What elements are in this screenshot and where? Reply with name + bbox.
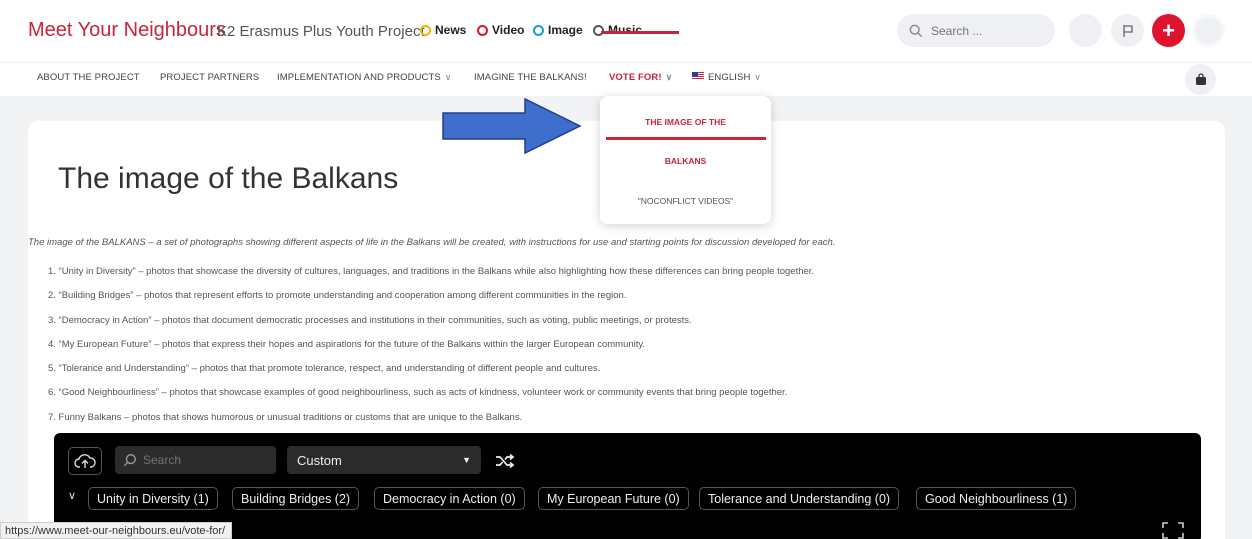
shuffle-button[interactable] <box>491 447 519 475</box>
upload-button[interactable] <box>68 447 102 475</box>
cart-button[interactable] <box>1185 64 1216 95</box>
user-button[interactable] <box>1069 14 1102 47</box>
category-chip-good-neighbourliness[interactable]: Good Neighbourliness (1) <box>916 487 1077 510</box>
nav-imagine-balkans[interactable]: Imagine the Balkans! <box>474 72 587 83</box>
dropdown-item-image-of-balkans[interactable]: The image of the <box>600 117 771 127</box>
vote-for-dropdown: The image of the Balkans "NoConflict vid… <box>600 96 771 224</box>
categories-toggle-chevron-icon[interactable]: ∨ <box>68 489 76 502</box>
fullscreen-icon[interactable] <box>1162 522 1184 539</box>
sort-select[interactable]: Custom ▼ <box>287 446 481 474</box>
post-format-image[interactable]: Image <box>533 23 583 37</box>
chevron-down-icon: ∨ <box>754 72 762 82</box>
category-chip-tolerance-and-understanding[interactable]: Tolerance and Understanding (0) <box>699 487 900 510</box>
list-item: 6. “Good Neighbourliness” – photos that … <box>48 387 788 399</box>
gallery-search-input[interactable] <box>143 453 263 467</box>
nav-about-project[interactable]: About the project <box>37 72 140 83</box>
category-chip-building-bridges[interactable]: Building Bridges (2) <box>232 487 360 510</box>
us-flag-icon <box>692 72 704 80</box>
add-post-button[interactable]: + <box>1152 14 1185 47</box>
video-ring-icon <box>477 24 488 36</box>
nav-vote-for[interactable]: Vote for! ∨ <box>609 72 672 83</box>
chevron-down-icon: ∨ <box>444 72 452 82</box>
nav-implementation[interactable]: Implementation and products ∨ <box>277 72 452 83</box>
nav-language[interactable]: English ∨ <box>692 72 761 83</box>
chevron-down-icon: ∨ <box>665 72 673 82</box>
category-chip-unity-in-diversity[interactable]: Unity in Diversity (1) <box>88 487 218 510</box>
notifications-button[interactable] <box>1111 14 1144 47</box>
dropdown-active-indicator <box>606 137 766 140</box>
list-item: 5. “Tolerance and Understanding” – photo… <box>48 363 601 375</box>
category-chip-democracy-in-action[interactable]: Democracy in Action (0) <box>374 487 525 510</box>
annotation-arrow-icon <box>442 97 582 155</box>
list-item: 2. “Building Bridges” – photos that repr… <box>48 290 627 302</box>
post-format-news[interactable]: News <box>420 23 466 37</box>
image-ring-icon <box>533 24 544 36</box>
avatar[interactable] <box>1192 14 1225 47</box>
post-format-video[interactable]: Video <box>477 23 524 37</box>
list-item: 4. “My European Future” – photos that ex… <box>48 338 646 350</box>
nav-project-partners[interactable]: Project partners <box>160 72 259 83</box>
plus-icon: + <box>1162 17 1175 43</box>
caret-down-icon: ▼ <box>462 455 471 465</box>
header-search[interactable] <box>897 14 1055 47</box>
nav-active-indicator <box>601 31 679 34</box>
dropdown-item-balkans[interactable]: Balkans <box>600 156 771 166</box>
news-ring-icon <box>420 24 431 36</box>
post-format-music[interactable]: Music <box>593 23 642 37</box>
status-url: https://www.meet-our-neighbours.eu/vote-… <box>0 522 233 539</box>
page-title: The image of the Balkans <box>58 162 399 195</box>
site-brand[interactable]: Meet Your Neighbours <box>28 19 226 42</box>
page-intro: The image of the BALKANS – a set of phot… <box>28 237 836 248</box>
cloud-upload-icon <box>74 454 96 468</box>
flag-icon <box>1122 24 1133 37</box>
list-item: 3. “Democracy in Action” – photos that d… <box>48 314 692 326</box>
search-icon <box>909 24 923 37</box>
shopping-bag-icon <box>1195 73 1206 85</box>
site-tagline: K2 Erasmus Plus Youth Project <box>217 23 425 40</box>
shuffle-icon <box>496 453 515 469</box>
gallery-search[interactable] <box>115 446 276 474</box>
search-input[interactable] <box>931 23 1041 38</box>
theme-list: 1. “Unity in Diversity” – photos that sh… <box>48 266 814 436</box>
category-chip-my-european-future[interactable]: My European Future (0) <box>538 487 689 510</box>
list-item: 1. “Unity in Diversity” – photos that sh… <box>48 266 815 277</box>
search-icon <box>123 454 136 467</box>
dropdown-item-noconflict-videos[interactable]: "NoConflict videos" <box>600 196 771 206</box>
